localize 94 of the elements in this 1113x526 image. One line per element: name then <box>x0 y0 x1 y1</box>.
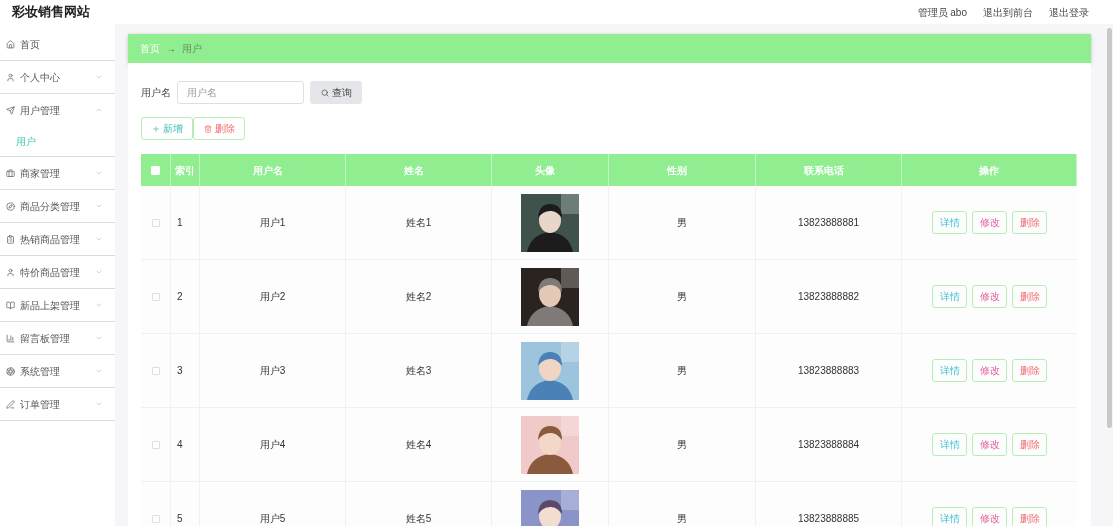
delete-button[interactable]: 删除 <box>193 117 245 140</box>
table-cell-text: 男 <box>677 216 687 230</box>
edit-button[interactable]: 修改 <box>972 211 1007 234</box>
home-icon <box>6 39 15 49</box>
edit-button[interactable]: 修改 <box>972 433 1007 456</box>
edit-button[interactable]: 修改 <box>972 507 1007 526</box>
add-button[interactable]: 新增 <box>141 117 193 140</box>
chevron-up-icon <box>95 106 103 114</box>
details-button[interactable]: 详情 <box>932 507 967 526</box>
delete-button[interactable]: 删除 <box>1012 285 1047 308</box>
sidebar-item[interactable]: 新品上架管理 <box>0 289 115 321</box>
row-checkbox[interactable] <box>151 218 160 227</box>
header-link[interactable]: 退出登录 <box>1049 4 1089 20</box>
sidebar-item[interactable]: 个人中心 <box>0 61 115 93</box>
book-icon <box>6 300 15 310</box>
chevron-down-icon <box>95 301 103 309</box>
table-cell-text: 用户1 <box>259 216 286 230</box>
user-icon <box>6 267 15 277</box>
table-cell-text: 1 <box>177 216 183 230</box>
sidebar-item[interactable]: 订单管理 <box>0 388 115 420</box>
aperture-icon <box>6 366 15 376</box>
table-cell-text: 男 <box>677 438 687 452</box>
sidebar-item[interactable]: 留言板管理 <box>0 322 115 354</box>
table-cell-text: 男 <box>677 364 687 378</box>
chevron-down-icon <box>95 334 103 342</box>
sidebar-item[interactable]: 系统管理 <box>0 355 115 387</box>
scrollbar[interactable] <box>1106 28 1112 428</box>
chevron-down-icon <box>95 400 103 408</box>
chevron-down-icon <box>95 73 103 81</box>
table-cell-text: 13823888881 <box>797 216 860 230</box>
table-cell-text: 用户2 <box>259 290 286 304</box>
paper-plane-icon <box>6 105 15 115</box>
table-cell-text: 13823888884 <box>797 438 860 452</box>
table-cell-text: 5 <box>177 512 183 526</box>
delete-button[interactable]: 删除 <box>1012 211 1047 234</box>
table-cell-text: 13823888882 <box>797 290 860 304</box>
edit-button[interactable]: 修改 <box>972 285 1007 308</box>
delete-button[interactable]: 删除 <box>1012 507 1047 526</box>
user-icon <box>6 72 15 82</box>
search-icon <box>320 88 329 97</box>
chevron-down-icon <box>95 169 103 177</box>
briefcase-icon <box>6 168 15 178</box>
search-field[interactable]: 用户名 <box>177 81 304 104</box>
table-cell-text: 姓名3 <box>405 364 432 378</box>
table-cell-text: 姓名4 <box>405 438 432 452</box>
row-checkbox[interactable] <box>151 440 160 449</box>
edit-button[interactable]: 修改 <box>972 359 1007 382</box>
table-cell-text: 用户3 <box>259 364 286 378</box>
compass-icon <box>6 201 15 211</box>
chevron-down-icon <box>95 235 103 243</box>
delete-button[interactable]: 删除 <box>1012 433 1047 456</box>
row-checkbox[interactable] <box>151 292 160 301</box>
table-cell-text: 姓名2 <box>405 290 432 304</box>
table-cell-text: 用户4 <box>259 438 286 452</box>
site-title: 彩妆销售网站 <box>12 3 90 22</box>
details-button[interactable]: 详情 <box>932 285 967 308</box>
table-cell-text: 姓名1 <box>405 216 432 230</box>
table-cell-text: 用户5 <box>259 512 286 526</box>
header-link[interactable]: 退出到前台 <box>983 4 1033 20</box>
header-link[interactable]: 管理员 abo <box>917 4 967 20</box>
delete-button[interactable]: 删除 <box>1012 359 1047 382</box>
table-cell-text: 2 <box>177 290 183 304</box>
chevron-down-icon <box>95 367 103 375</box>
details-button[interactable]: 详情 <box>932 359 967 382</box>
breadcrumb-arrow: → <box>166 42 176 56</box>
header-checkbox[interactable] <box>151 165 160 175</box>
clipboard-icon <box>6 234 15 244</box>
row-checkbox[interactable] <box>151 366 160 375</box>
sidebar-item[interactable]: 商家管理 <box>0 157 115 189</box>
row-checkbox[interactable] <box>151 514 160 523</box>
details-button[interactable]: 详情 <box>932 433 967 456</box>
chevron-down-icon <box>95 202 103 210</box>
sidebar-item[interactable]: 商品分类管理 <box>0 190 115 222</box>
sidebar-item[interactable]: 热销商品管理 <box>0 223 115 255</box>
pen-icon <box>6 399 15 409</box>
table-cell-text: 4 <box>177 438 183 452</box>
table-cell-text: 姓名5 <box>405 512 432 526</box>
sidebar-item[interactable]: 用户管理 <box>0 94 115 126</box>
plus-icon <box>151 124 160 133</box>
table-cell-text: 3 <box>177 364 183 378</box>
trash-icon <box>203 124 212 133</box>
table-cell-text: 13823888883 <box>797 364 860 378</box>
bar-chart-icon <box>6 333 15 343</box>
sidebar-item[interactable]: 首页 <box>0 28 115 60</box>
breadcrumb-item: 用户 <box>182 42 202 56</box>
sidebar-item[interactable]: 特价商品管理 <box>0 256 115 288</box>
chevron-down-icon <box>95 268 103 276</box>
search-button[interactable]: 查询 <box>310 81 362 104</box>
table-cell-text: 男 <box>677 290 687 304</box>
table-cell-text: 男 <box>677 512 687 526</box>
table-cell-text: 13823888885 <box>797 512 860 526</box>
submenu-item[interactable]: 用户 <box>0 126 115 156</box>
search-label: 用户名 <box>141 86 171 100</box>
details-button[interactable]: 详情 <box>932 211 967 234</box>
